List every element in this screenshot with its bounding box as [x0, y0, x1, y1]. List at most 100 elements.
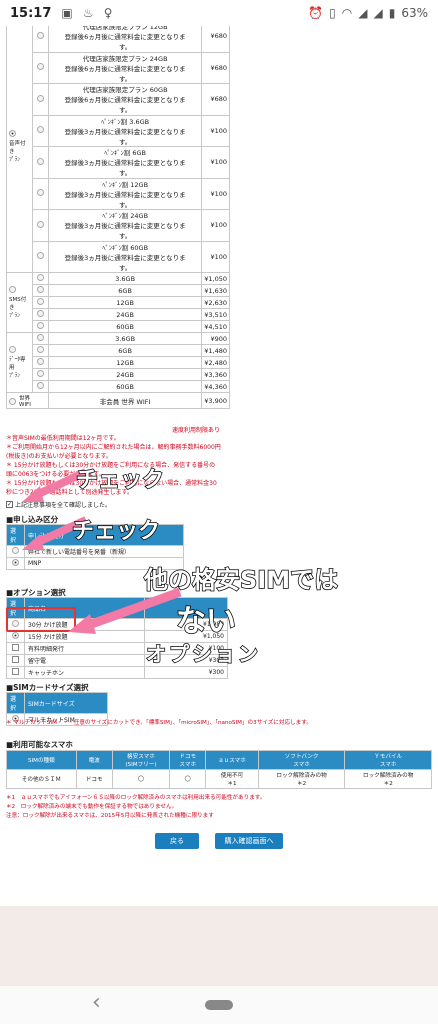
plan-radio[interactable] [37, 370, 44, 377]
plan-row[interactable]: ﾍﾟﾝｷﾞﾝ割 60GB 登録後3ヵ月後に通常料金に変更となりま す。 ¥100 [7, 240, 230, 273]
plan-group-radio[interactable] [9, 130, 16, 137]
option-name: キャッチホン [24, 666, 145, 679]
plan-radio[interactable] [37, 346, 44, 353]
wifi-price: ¥3,900 [201, 392, 230, 409]
vibrate-icon: ▯ [329, 6, 336, 20]
phones-cell: その他のＳＩＭ [6, 769, 77, 789]
plan-name: ﾍﾟﾝｷﾞﾝ割 6GB 登録後3ヵ月後に通常料金に変更となりま す。 [47, 146, 203, 179]
phones-cell: ロック解除済みの物 ＊2 [344, 769, 432, 789]
phones-header-cell: ソフトバンク スマホ [257, 750, 346, 770]
plan-radio[interactable] [37, 63, 44, 71]
option-checkbox[interactable] [12, 656, 19, 663]
mnp-radio[interactable] [12, 559, 19, 566]
plan-radio[interactable] [37, 220, 44, 228]
plan-name: ﾍﾟﾝｷﾞﾝ割 3.6GB 登録後3ヵ月後に通常料金に変更となりま す。 [47, 114, 203, 147]
plan-row[interactable]: 6GB ¥1,480 [7, 344, 230, 357]
phones-cell: 使用不可 ＊1 [205, 769, 259, 789]
speed-note: 速度利用制限あり [172, 427, 221, 434]
plan-row[interactable]: ﾍﾟﾝｷﾞﾝ割 12GB 登録後3ヵ月後に通常料金に変更となりま す。 ¥100 [7, 177, 230, 210]
phones-header-cell: 電波 [75, 750, 113, 770]
plan-name: 12GB [47, 356, 203, 369]
plan-row[interactable]: 代理店家族限定プラン 24GB 登録後6ヵ月後に通常料金に変更となりま す。 ¥6… [7, 51, 230, 84]
signal-icon: ◢ [358, 6, 368, 20]
plan-price: ¥100 [201, 146, 230, 179]
phones-header-cell: ドコモ スマホ [169, 750, 207, 770]
back-button[interactable]: 戻る [155, 833, 199, 849]
plan-row[interactable]: ﾍﾟﾝｷﾞﾝ割 24GB 登録後3ヵ月後に通常料金に変更となりま す。 ¥100 [7, 209, 230, 242]
plan-group-radio[interactable] [9, 286, 16, 293]
plan-row[interactable]: ﾍﾟﾝｷﾞﾝ割 3.6GB 登録後3ヵ月後に通常料金に変更となりま す。 ¥100 [7, 114, 230, 147]
plan-radio[interactable] [37, 126, 44, 134]
plan-price: ¥100 [201, 209, 230, 242]
phones-notes: ＊1 ａｕスマホでもアイフォーン６Ｓ以降のロック解除済みのスマホは利用出来る可能… [6, 794, 436, 821]
sim-col-size: SIMカードサイズ [24, 692, 108, 714]
plan-price: ¥3,360 [201, 368, 230, 381]
plan-radio[interactable] [37, 382, 44, 389]
overlay-not-other-sim: 他の格安SIMでは [143, 565, 339, 595]
overlay-nai: ない [175, 603, 237, 640]
plan-name: 24GB [47, 308, 203, 321]
nav-back-icon[interactable]: ‹ [92, 990, 101, 1015]
wifi-radio[interactable] [9, 398, 16, 405]
plan-row[interactable]: 24GB ¥3,360 [7, 368, 230, 381]
option-radio[interactable] [12, 632, 19, 639]
plan-radio[interactable] [37, 252, 44, 260]
plan-row[interactable]: ﾃﾞｰﾀ専用 ﾌﾟﾗﾝ 3.6GB ¥900 [6, 332, 230, 393]
plan-group-label: 音声付き ﾌﾟﾗﾝ [9, 141, 26, 163]
plan-row[interactable]: ﾍﾟﾝｷﾞﾝ割 6GB 登録後3ヵ月後に通常料金に変更となりま す。 ¥100 [7, 146, 230, 179]
plan-row[interactable]: 12GB ¥2,630 [7, 296, 230, 309]
plan-radio[interactable] [37, 94, 44, 102]
phones-cell: ドコモ [75, 769, 113, 789]
battery-percent: 63% [401, 6, 428, 20]
plan-price: ¥2,480 [201, 356, 230, 369]
overlay-check-2: チェック [71, 518, 161, 545]
plan-row[interactable]: SMS付き ﾌﾟﾗﾝ 3.6GB ¥1,050 [6, 272, 230, 333]
image-icon: ▣ [61, 5, 73, 20]
plan-name: 60GB [47, 380, 203, 393]
plan-radio[interactable] [37, 358, 44, 365]
signal2-icon: ◢ [373, 6, 383, 20]
phones-header-cell: SIMの種類 [6, 750, 77, 770]
plan-radio[interactable] [37, 298, 44, 305]
phones-table: SIMの種類 電波 格安スマホ (SIMフリー) ドコモ スマホ ａｕスマホ ソフトバンク… [6, 750, 432, 789]
wifi-icon: ◠ [341, 6, 353, 20]
wifi-name: 非会員 世界 WIFI [47, 392, 203, 409]
sim-col-select: 選択 [6, 692, 25, 714]
plan-price: ¥100 [201, 114, 230, 147]
confirm-purchase-button[interactable]: 購入確認画面へ [215, 833, 283, 849]
plan-row-wifi[interactable]: 世界 WIFI 非会員 世界 WIFI ¥3,900 [6, 392, 230, 409]
plan-row[interactable]: 24GB ¥3,510 [7, 308, 230, 321]
plan-radio[interactable] [37, 322, 44, 329]
plan-row[interactable]: 60GB ¥4,510 [7, 320, 230, 333]
plan-row[interactable]: 12GB ¥2,480 [7, 356, 230, 369]
plan-radio[interactable] [37, 31, 44, 39]
plan-row[interactable]: 6GB ¥1,630 [7, 284, 230, 297]
agree-checkbox[interactable]: ✓ [6, 501, 13, 508]
plan-row[interactable]: 音声付き ﾌﾟﾗﾝ 代理店家族限定プラン 12GB 登録後6ヵ月後に通常料金に変更… [6, 26, 230, 273]
phones-cell: ◯ [169, 769, 207, 789]
plan-row[interactable]: 60GB ¥4,360 [7, 380, 230, 393]
plan-table: 音声付き ﾌﾟﾗﾝ 代理店家族限定プラン 12GB 登録後6ヵ月後に通常料金に変更… [6, 26, 230, 409]
phones-header-cell: ａｕスマホ [205, 750, 259, 770]
plan-radio[interactable] [37, 274, 44, 281]
plan-group-radio[interactable] [9, 346, 16, 353]
nav-home-pill[interactable] [205, 1000, 233, 1010]
plan-radio[interactable] [37, 310, 44, 317]
option-checkbox[interactable] [12, 644, 19, 651]
plan-radio[interactable] [37, 189, 44, 197]
plan-radio[interactable] [37, 157, 44, 165]
plan-price: ¥100 [201, 240, 230, 273]
plan-radio[interactable] [37, 334, 44, 341]
plan-name: 24GB [47, 368, 203, 381]
phones-cell: ◯ [111, 769, 171, 789]
note-line: ＊音声SIMの最低利用期間は12ヶ月です。 [6, 435, 120, 442]
phones-heading: ■利用可能なスマホ [6, 740, 73, 749]
option-checkbox[interactable] [12, 668, 19, 675]
plan-price: ¥1,630 [201, 284, 230, 297]
option-row[interactable]: キャッチホン ¥300 [6, 666, 228, 679]
plan-name: 3.6GB [47, 272, 203, 285]
plan-group-label: SMS付き ﾌﾟﾗﾝ [9, 297, 27, 319]
plan-radio[interactable] [37, 286, 44, 293]
new-number-radio[interactable] [12, 547, 19, 554]
plan-row[interactable]: 代理店家族限定プラン 60GB 登録後6ヵ月後に通常料金に変更となりま す。 ¥6… [7, 83, 230, 116]
